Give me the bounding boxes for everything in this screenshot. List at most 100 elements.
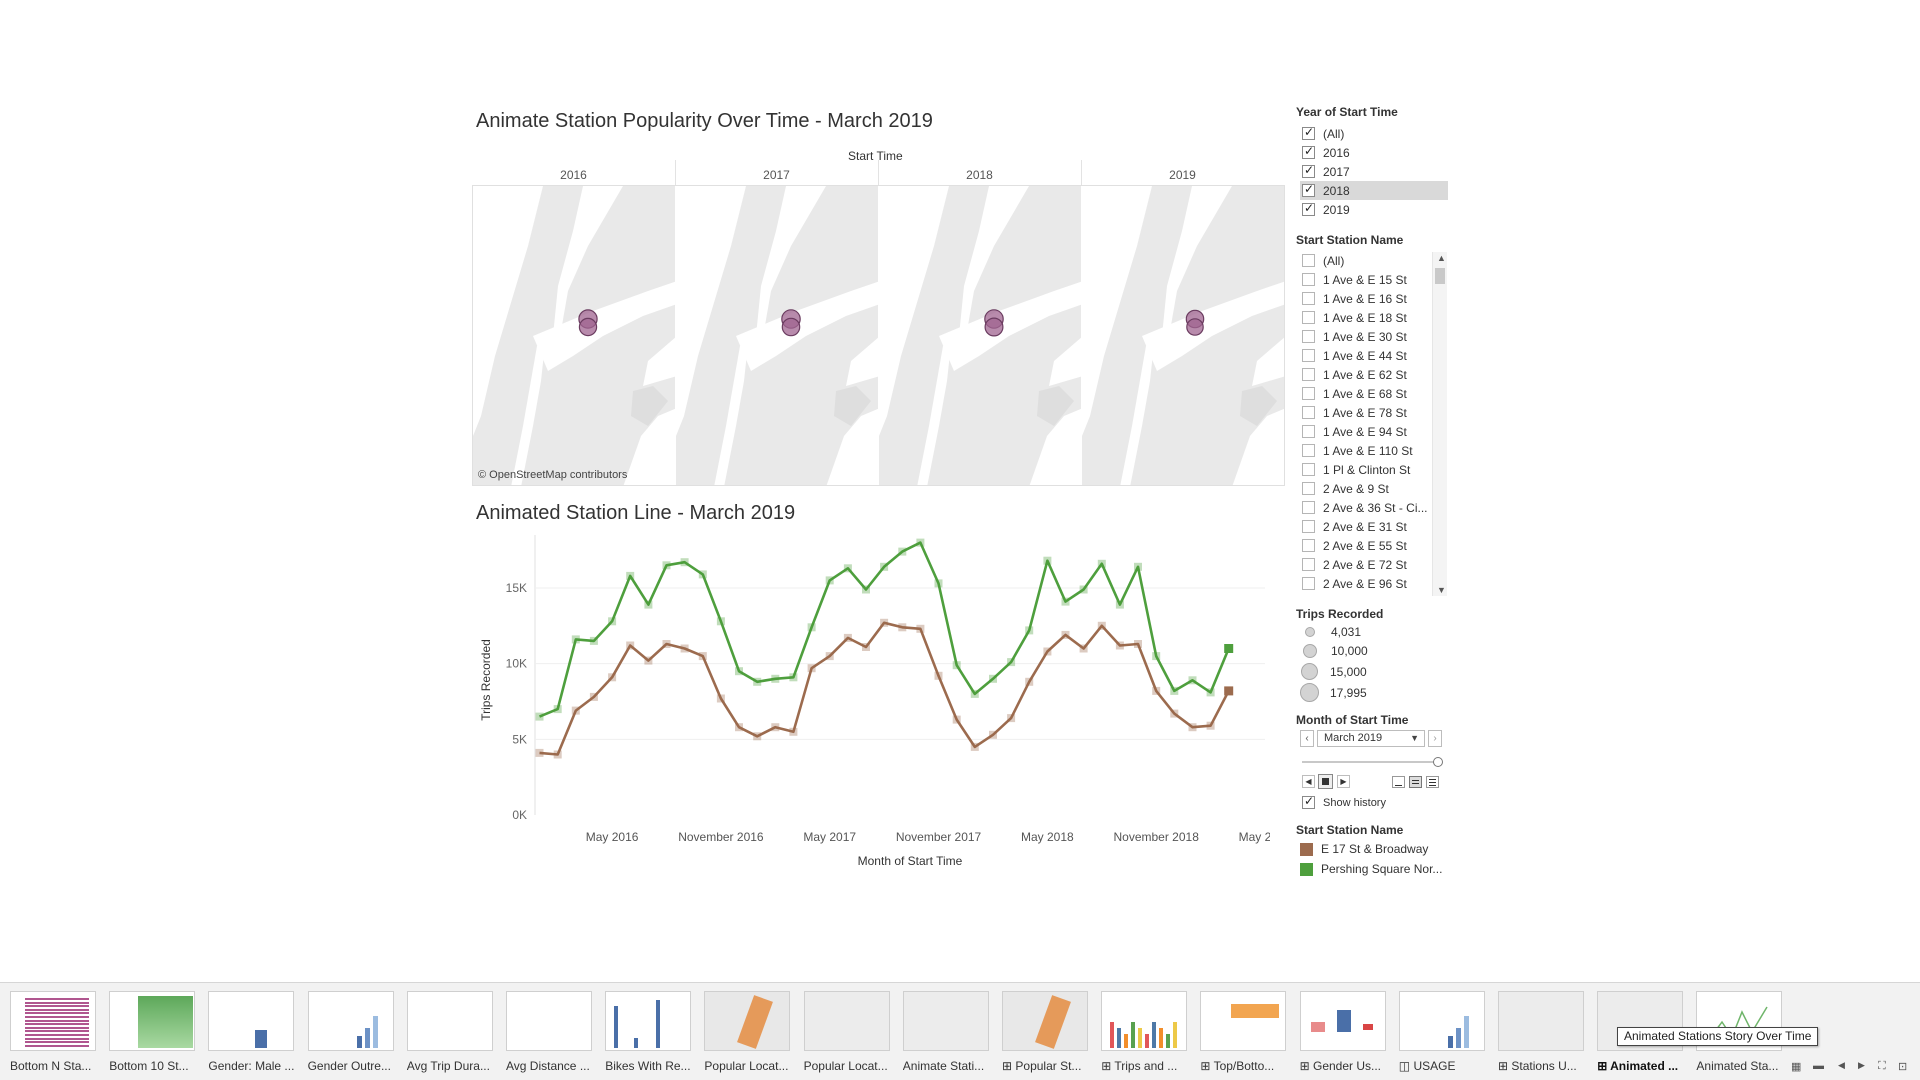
checkbox-icon[interactable] <box>1302 425 1315 438</box>
data-point[interactable] <box>1134 640 1142 648</box>
checkbox-icon[interactable] <box>1302 387 1315 400</box>
data-point[interactable] <box>1224 686 1234 696</box>
sheet-thumbnail[interactable] <box>1002 991 1088 1051</box>
data-point[interactable] <box>716 694 725 703</box>
sheet-thumbnail[interactable] <box>1498 991 1584 1051</box>
map-cell-2019[interactable] <box>1082 186 1284 485</box>
data-point[interactable] <box>553 750 562 759</box>
data-point[interactable] <box>862 585 870 594</box>
speed-fast-icon[interactable] <box>1426 776 1439 788</box>
color-legend-item[interactable]: Pershing Square Nor... <box>1300 862 1442 876</box>
data-point[interactable] <box>989 674 997 683</box>
sheet-thumbnail[interactable] <box>704 991 791 1051</box>
checkbox-icon[interactable] <box>1302 444 1315 457</box>
sheet-tab[interactable]: Avg Trip Dura... <box>397 983 496 1080</box>
data-point[interactable] <box>916 624 925 633</box>
data-point[interactable] <box>862 643 870 651</box>
station-marker[interactable] <box>1186 318 1204 336</box>
data-point[interactable] <box>970 689 979 698</box>
sheet-tab[interactable]: Popular Locat... <box>794 983 893 1080</box>
year-filter-item[interactable]: 2019 <box>1300 200 1448 219</box>
data-point[interactable] <box>1025 626 1034 635</box>
station-filter-item[interactable]: 1 Ave & E 44 St <box>1300 346 1430 365</box>
sheet-tab[interactable]: Animate Stati... <box>893 983 992 1080</box>
map-cell-2016[interactable] <box>473 186 676 485</box>
station-marker[interactable] <box>578 317 598 337</box>
checkbox-icon[interactable] <box>1302 125 1315 140</box>
month-next-button[interactable]: › <box>1428 730 1442 747</box>
year-filter-item[interactable]: 2017 <box>1300 162 1448 181</box>
sheet-tab[interactable]: ⊞ Top/Botto... <box>1190 983 1289 1080</box>
month-prev-button[interactable]: ‹ <box>1300 730 1314 747</box>
sheet-thumbnail[interactable] <box>605 991 692 1051</box>
station-filter-item[interactable]: 1 Ave & E 110 St <box>1300 441 1430 460</box>
sheet-tab[interactable]: Bottom N Sta... <box>0 983 99 1080</box>
checkbox-icon[interactable] <box>1302 558 1315 571</box>
data-point[interactable] <box>1097 621 1106 630</box>
data-point[interactable] <box>807 664 816 673</box>
present-icon[interactable]: ⊡ <box>1898 1060 1907 1073</box>
data-point[interactable] <box>716 617 725 626</box>
sheet-thumbnail[interactable] <box>1398 991 1485 1051</box>
color-legend-item[interactable]: E 17 St & Broadway <box>1300 842 1428 856</box>
year-filter-item[interactable]: 2016 <box>1300 143 1448 162</box>
station-filter-item[interactable]: 1 Ave & E 62 St <box>1300 365 1430 384</box>
checkbox-icon[interactable] <box>1302 254 1315 267</box>
year-filter-item[interactable]: 2018 <box>1300 181 1448 200</box>
sheet-thumbnail[interactable] <box>109 991 196 1051</box>
data-point[interactable] <box>771 723 780 732</box>
data-point[interactable] <box>589 636 598 645</box>
data-point[interactable] <box>1152 652 1161 661</box>
data-point[interactable] <box>1079 644 1088 653</box>
station-filter-item[interactable]: 2 Ave & E 96 St <box>1300 574 1430 593</box>
data-point[interactable] <box>934 671 943 680</box>
checkbox-icon[interactable] <box>1302 163 1315 178</box>
data-point[interactable] <box>698 652 707 661</box>
data-point[interactable] <box>1007 714 1016 723</box>
data-point[interactable] <box>535 748 544 757</box>
station-filter-item[interactable]: 1 Pl & Clinton St <box>1300 460 1430 479</box>
data-point[interactable] <box>644 600 653 609</box>
station-filter-item[interactable]: 1 Ave & E 30 St <box>1300 327 1430 346</box>
data-point[interactable] <box>1170 686 1179 695</box>
station-marker[interactable] <box>984 317 1004 337</box>
station-filter-item[interactable]: 2 Ave & E 31 St <box>1300 517 1430 536</box>
data-point[interactable] <box>735 667 743 676</box>
show-history-toggle[interactable]: Show history <box>1300 793 1448 812</box>
data-point[interactable] <box>825 576 834 585</box>
sheet-tab[interactable]: Bottom 10 St... <box>99 983 198 1080</box>
checkbox-icon[interactable] <box>1302 539 1315 552</box>
sheet-tab[interactable]: Avg Distance ... <box>496 983 595 1080</box>
scroll-thumb[interactable] <box>1435 268 1445 284</box>
data-point[interactable] <box>970 742 979 751</box>
data-point[interactable] <box>1043 556 1052 565</box>
data-point[interactable] <box>1007 658 1016 667</box>
data-point[interactable] <box>952 661 961 670</box>
sheet-tab[interactable]: Popular Locat... <box>694 983 793 1080</box>
data-point[interactable] <box>1206 688 1215 697</box>
checkbox-icon[interactable] <box>1302 482 1315 495</box>
play-back-icon[interactable]: ◀ <box>1302 775 1315 788</box>
checkbox-icon[interactable] <box>1302 182 1315 197</box>
data-point[interactable] <box>1152 686 1161 695</box>
data-point[interactable] <box>571 706 580 715</box>
checkbox-icon[interactable] <box>1302 273 1315 286</box>
station-filter-item[interactable]: 2 Ave & E 72 St <box>1300 555 1430 574</box>
sheet-thumbnail[interactable] <box>902 991 989 1051</box>
data-point[interactable] <box>1079 585 1088 594</box>
data-point[interactable] <box>880 562 889 571</box>
data-point[interactable] <box>898 623 907 632</box>
data-point[interactable] <box>662 640 671 648</box>
tab-scroll-left-icon[interactable]: ◀ <box>1838 1060 1845 1071</box>
month-select[interactable]: March 2019 ▼ <box>1317 730 1425 747</box>
sheet-thumbnail[interactable] <box>307 991 394 1051</box>
data-point[interactable] <box>1115 641 1124 650</box>
checkbox-icon[interactable] <box>1302 349 1315 362</box>
data-point[interactable] <box>952 715 961 724</box>
data-point[interactable] <box>880 618 889 627</box>
scroll-down-icon[interactable]: ▼ <box>1437 585 1446 595</box>
checkbox-icon[interactable] <box>1302 501 1315 514</box>
line-chart[interactable]: 0K 5K 10K 15K May 2016 November 2016 May 2017 N… <box>470 530 1270 880</box>
map-cell-2017[interactable] <box>676 186 879 485</box>
data-point[interactable] <box>626 571 635 580</box>
